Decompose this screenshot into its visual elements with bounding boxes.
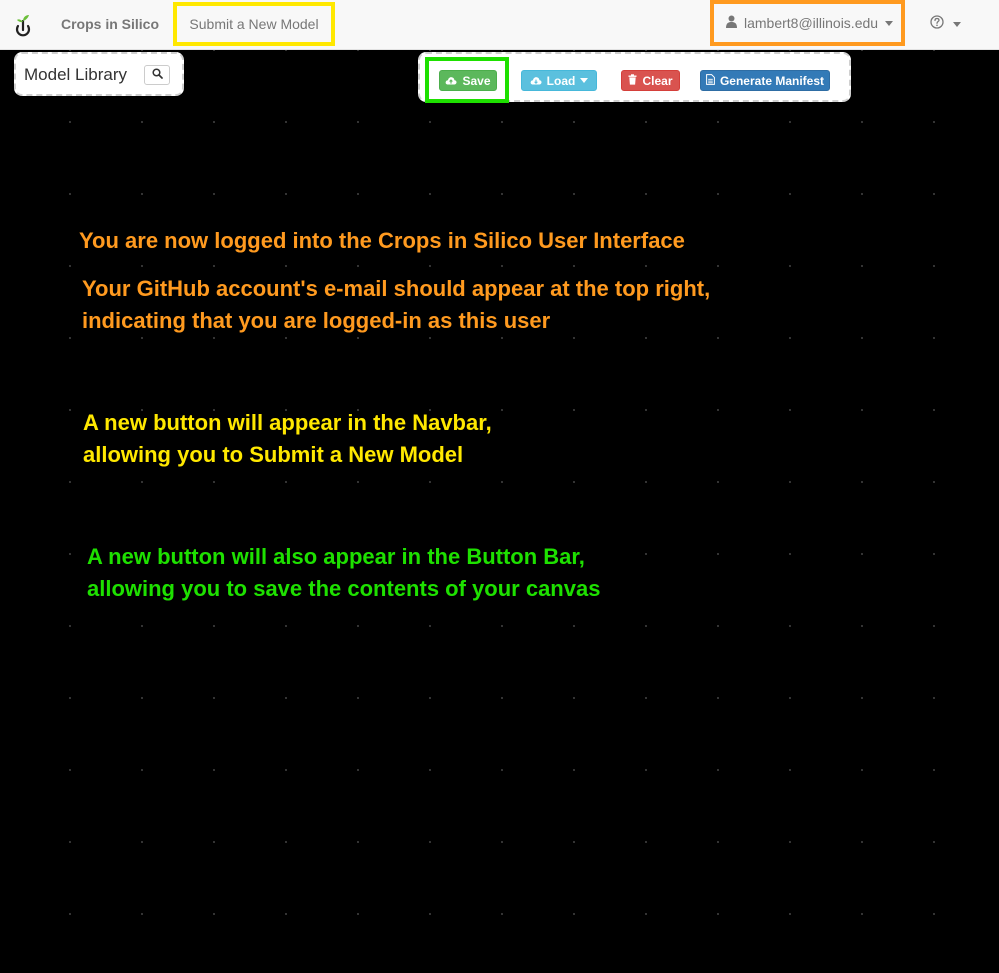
user-email: lambert8@illinois.edu	[744, 15, 879, 31]
user-icon	[726, 15, 737, 31]
generate-manifest-label: Generate Manifest	[719, 73, 825, 88]
clear-label: Clear	[642, 73, 673, 88]
annotation-email-line1: Your GitHub account's e-mail should appe…	[82, 276, 711, 301]
load-button[interactable]: Load	[521, 70, 597, 91]
cloud-download-icon	[530, 74, 542, 88]
cloud-upload-icon	[445, 74, 458, 88]
submit-new-model-label: Submit a New Model	[189, 16, 319, 32]
search-icon	[151, 66, 163, 84]
annotation-navbar-line1: A new button will appear in the Navbar,	[83, 410, 492, 435]
file-icon	[706, 73, 715, 88]
annotation-email-line2: indicating that you are logged-in as thi…	[82, 308, 551, 333]
annotation-buttonbar-line1: A new button will also appear in the But…	[87, 544, 585, 569]
help-menu[interactable]	[930, 15, 961, 34]
power-sprout-icon[interactable]	[12, 13, 34, 37]
submit-new-model-button[interactable]: Submit a New Model	[173, 2, 335, 46]
brand-name[interactable]: Crops in Silico	[61, 16, 159, 32]
model-library-title: Model Library	[24, 65, 127, 84]
save-label: Save	[462, 73, 491, 88]
model-library-panel: Model Library	[14, 52, 184, 96]
question-circle-icon	[930, 15, 944, 34]
library-search-button[interactable]	[144, 65, 170, 85]
clear-button[interactable]: Clear	[621, 70, 680, 91]
trash-icon	[628, 73, 637, 88]
chevron-down-icon	[580, 78, 589, 83]
generate-manifest-button[interactable]: Generate Manifest	[700, 70, 830, 91]
annotation-buttonbar-line2: allowing you to save the contents of you…	[87, 576, 601, 601]
annotation-logged-in: You are now logged into the Crops in Sil…	[79, 228, 685, 253]
annotation-navbar-line2: allowing you to Submit a New Model	[83, 442, 464, 467]
save-button[interactable]: Save	[439, 70, 497, 91]
user-menu[interactable]: lambert8@illinois.edu	[710, 0, 905, 46]
chevron-down-icon	[885, 20, 894, 26]
navbar: Crops in Silico Submit a New Model lambe…	[0, 0, 999, 50]
chevron-down-icon	[953, 22, 961, 27]
load-label: Load	[546, 73, 576, 88]
workspace-canvas[interactable]	[0, 0, 999, 973]
